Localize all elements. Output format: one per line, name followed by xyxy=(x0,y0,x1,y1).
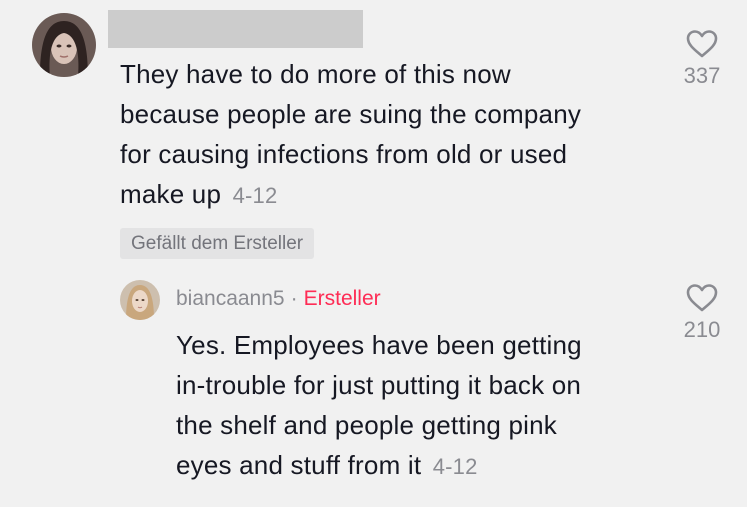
reply-text-line: the shelf and people getting pink xyxy=(176,410,557,440)
commenter-avatar-image xyxy=(32,13,96,77)
commenter-username-redacted xyxy=(108,10,363,48)
reply-text-line: Yes. Employees have been getting xyxy=(176,330,582,360)
reply-like-group: 210 xyxy=(672,283,732,343)
reply-text-line: eyes and stuff from it 4-12 xyxy=(176,445,656,487)
reply-like-count: 210 xyxy=(683,317,721,342)
comment-text: They have to do more of this now because… xyxy=(120,54,660,216)
replier-avatar[interactable] xyxy=(120,280,160,320)
reply-meta: biancaann5 · Ersteller xyxy=(176,285,381,313)
comment-text-line: make up 4-12 xyxy=(120,174,660,216)
comment-text-line: They have to do more of this now xyxy=(120,59,511,89)
creator-tag: Ersteller xyxy=(303,287,381,310)
commenter-avatar[interactable] xyxy=(32,13,96,77)
reply-text-last: eyes and stuff from it xyxy=(176,450,422,480)
comment-text-line: because people are suing the company xyxy=(120,99,582,129)
heart-outline-icon[interactable] xyxy=(685,283,719,313)
reply-date: 4-12 xyxy=(432,454,478,479)
comment-text-last: make up xyxy=(120,179,222,209)
reply-text: Yes. Employees have been getting in-trou… xyxy=(176,325,656,487)
replier-avatar-image xyxy=(120,280,160,320)
comment-date: 4-12 xyxy=(232,183,278,208)
liked-by-creator-badge: Gefällt dem Ersteller xyxy=(120,228,315,259)
comment-text-line: for causing infections from old or used xyxy=(120,139,568,169)
comment-like-count: 337 xyxy=(683,63,721,88)
heart-outline-icon[interactable] xyxy=(685,29,719,59)
reply-text-line: in-trouble for just putting it back on xyxy=(176,370,582,400)
reply-username[interactable]: biancaann5 xyxy=(176,287,285,310)
comment-like-group: 337 xyxy=(672,29,732,89)
meta-separator: · xyxy=(290,287,298,310)
